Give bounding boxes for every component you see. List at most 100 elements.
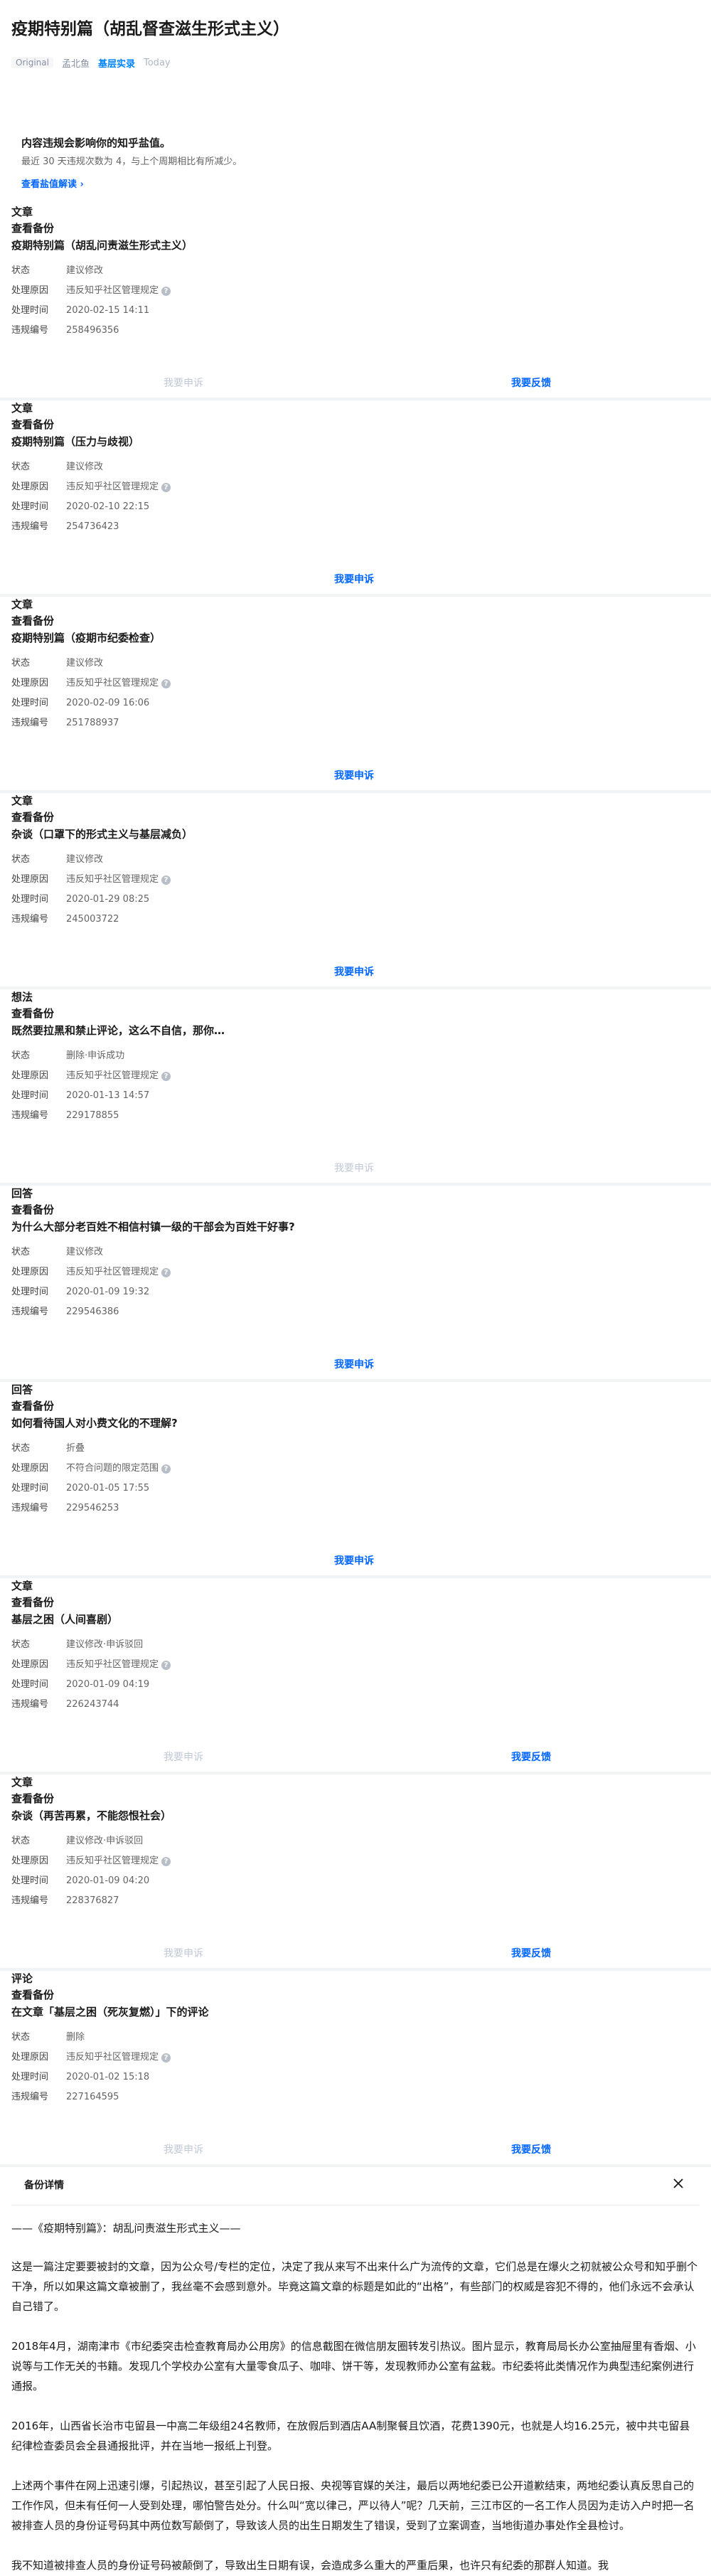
record-type: 文章 (11, 598, 33, 611)
view-backup-link[interactable]: 查看备份 (11, 613, 54, 628)
record-title[interactable]: 疫期特别篇（疫期市纪委检查） (11, 630, 161, 645)
help-icon[interactable]: ? (161, 482, 171, 492)
view-backup-link[interactable]: 查看备份 (11, 417, 54, 432)
author-name[interactable]: 孟北鱼 (62, 56, 90, 70)
help-icon[interactable]: ? (161, 1856, 171, 1866)
violation-record: 想法 查看备份 既然要拉黑和禁止评论，这么不自信，那你… 状态 删除·申诉成功 处理原因违… (0, 989, 711, 1186)
help-icon[interactable]: ? (161, 1267, 171, 1277)
record-actions: 我要申诉 (0, 768, 711, 782)
record-id-row: 违规编号 254736423 (11, 520, 119, 534)
help-icon[interactable]: ? (161, 286, 171, 296)
record-time-row: 处理时间 2020-02-15 14:11 (11, 304, 149, 318)
help-icon[interactable]: ? (161, 1660, 171, 1670)
record-status-label: 状态 (11, 1836, 31, 1846)
record-title[interactable]: 杂谈（口罩下的形式主义与基层减负） (11, 826, 193, 841)
record-id-label: 违规编号 (11, 1110, 49, 1121)
appeal-button[interactable]: 我要申诉 (334, 964, 374, 979)
appeal-button: 我要申诉 (334, 1163, 374, 1174)
appeal-button[interactable]: 我要申诉 (334, 768, 374, 782)
content-paragraph: 我不知道被排查人员的身份证号码被颠倒了，导致出生日期有误，会造成多么重大的严重后… (11, 2559, 609, 2572)
record-reason-row: 处理原因 违反知乎社区管理规定? (11, 2050, 171, 2065)
close-icon[interactable] (670, 2175, 687, 2192)
record-status-text: 建议修改 (66, 462, 104, 472)
record-type: 文章 (11, 206, 33, 218)
record-id-value: 229178855 (66, 1109, 119, 1123)
view-backup-link[interactable]: 查看备份 (11, 1595, 54, 1609)
record-actions: 我要申诉 我要反馈 (0, 1946, 711, 1960)
record-status-label: 状态 (11, 1639, 31, 1650)
feedback-button[interactable]: 我要反馈 (511, 2142, 551, 2156)
record-id-value: 245003722 (66, 912, 119, 927)
help-icon[interactable]: ? (161, 2053, 171, 2063)
appeal-button[interactable]: 我要申诉 (334, 572, 374, 586)
record-status-row: 状态 建议修改 (11, 853, 103, 867)
appeal-button: 我要申诉 (164, 2144, 203, 2156)
view-backup-link[interactable]: 查看备份 (11, 1006, 54, 1021)
view-backup-link[interactable]: 查看备份 (11, 1987, 54, 2002)
record-status-text: 建议修改·申诉驳回 (66, 1836, 144, 1846)
record-reason-value: 违反知乎社区管理规定? (66, 873, 171, 887)
record-id-text: 251788937 (66, 718, 119, 728)
record-reason-text: 违反知乎社区管理规定 (66, 874, 159, 885)
record-time-value: 2020-01-29 08:25 (66, 893, 149, 907)
record-time-value: 2020-02-10 22:15 (66, 500, 149, 514)
record-title[interactable]: 如何看待国人对小费文化的不理解? (11, 1415, 178, 1430)
backup-content: ——《疫期特别篇》：胡乱问责滋生形式主义—— 这是一篇注定要要被封的文章，因为公… (0, 2205, 711, 2575)
view-backup-link[interactable]: 查看备份 (11, 1398, 54, 1413)
record-reason-label: 处理原因 (11, 1267, 49, 1277)
help-icon[interactable]: ? (161, 1464, 171, 1474)
appeal-button[interactable]: 我要申诉 (334, 1553, 374, 1568)
record-actions: 我要申诉 (0, 964, 711, 979)
record-status-text: 建议修改 (66, 265, 104, 276)
feedback-button[interactable]: 我要反馈 (511, 1750, 551, 1764)
backup-modal-header: 备份详情 (0, 2169, 711, 2205)
record-reason-text: 违反知乎社区管理规定 (66, 1659, 159, 1670)
help-icon[interactable]: ? (161, 1071, 171, 1081)
record-status-text: 建议修改 (66, 658, 104, 669)
record-time-row: 处理时间 2020-01-09 19:32 (11, 1285, 149, 1299)
record-title[interactable]: 疫期特别篇（压力与歧视） (11, 434, 139, 449)
record-title[interactable]: 基层之困（人间喜剧） (11, 1612, 118, 1627)
record-title[interactable]: 在文章「基层之困（死灰复燃）」下的评论 (11, 2004, 209, 2019)
record-status-label: 状态 (11, 658, 31, 669)
feedback-button[interactable]: 我要反馈 (511, 1946, 551, 1960)
record-title[interactable]: 杂谈（再苦再累，不能怨恨社会） (11, 1808, 171, 1823)
violation-record: 文章 查看备份 基层之困（人间喜剧） 状态 建议修改·申诉驳回 处理原因 违反知乎社区管理规… (0, 1578, 711, 1774)
record-time-row: 处理时间 2020-02-09 16:06 (11, 696, 149, 710)
appeal-button: 我要申诉 (164, 1948, 203, 1959)
record-status-label: 状态 (11, 1050, 31, 1061)
column-link[interactable]: 基层实录 (98, 56, 135, 70)
record-reason-row: 处理原因 不符合问题的限定范围? (11, 1462, 171, 1476)
record-time-label: 处理时间 (11, 501, 49, 512)
record-title[interactable]: 疫期特别篇（胡乱问责滋生形式主义） (11, 238, 193, 252)
record-reason-value: 违反知乎社区管理规定? (66, 284, 171, 298)
record-reason-text: 违反知乎社区管理规定 (66, 2052, 159, 2063)
record-title[interactable]: 既然要拉黑和禁止评论，这么不自信，那你… (11, 1023, 225, 1038)
record-time-label: 处理时间 (11, 1679, 49, 1690)
salt-value-link[interactable]: 查看盐值解读 › (21, 176, 84, 190)
record-reason-value: 不符合问题的限定范围? (66, 1462, 171, 1476)
record-id-text: 229178855 (66, 1110, 119, 1121)
appeal-button: 我要申诉 (164, 378, 203, 389)
record-status-value: 建议修改 (66, 656, 103, 671)
record-time-text: 2020-02-15 14:11 (66, 305, 150, 316)
view-backup-link[interactable]: 查看备份 (11, 220, 54, 235)
record-reason-text: 违反知乎社区管理规定 (66, 1070, 159, 1081)
record-id-value: 229546253 (66, 1501, 119, 1516)
record-status-text: 建议修改 (66, 854, 104, 865)
article-meta: Original 孟北鱼 基层实录 Today (11, 55, 700, 70)
notice-title: 内容违规会影响你的知乎盐值。 (21, 137, 171, 149)
record-id-value: 229546386 (66, 1305, 119, 1319)
feedback-button[interactable]: 我要反馈 (511, 376, 551, 390)
view-backup-link[interactable]: 查看备份 (11, 1791, 54, 1806)
record-reason-row: 处理原因 违反知乎社区管理规定? (11, 1658, 171, 1672)
appeal-button[interactable]: 我要申诉 (334, 1357, 374, 1371)
record-reason-label: 处理原因 (11, 1659, 49, 1670)
help-icon[interactable]: ? (161, 678, 171, 688)
violation-record: 回答 查看备份 如何看待国人对小费文化的不理解? 状态 折叠 处理原因 不符合问题的限定范围… (0, 1382, 711, 1578)
record-time-label: 处理时间 (11, 894, 49, 905)
view-backup-link[interactable]: 查看备份 (11, 1202, 54, 1217)
record-title[interactable]: 为什么大部分老百姓不相信村镇一级的干部会为百姓干好事? (11, 1219, 295, 1234)
help-icon[interactable]: ? (161, 875, 171, 885)
view-backup-link[interactable]: 查看备份 (11, 809, 54, 824)
